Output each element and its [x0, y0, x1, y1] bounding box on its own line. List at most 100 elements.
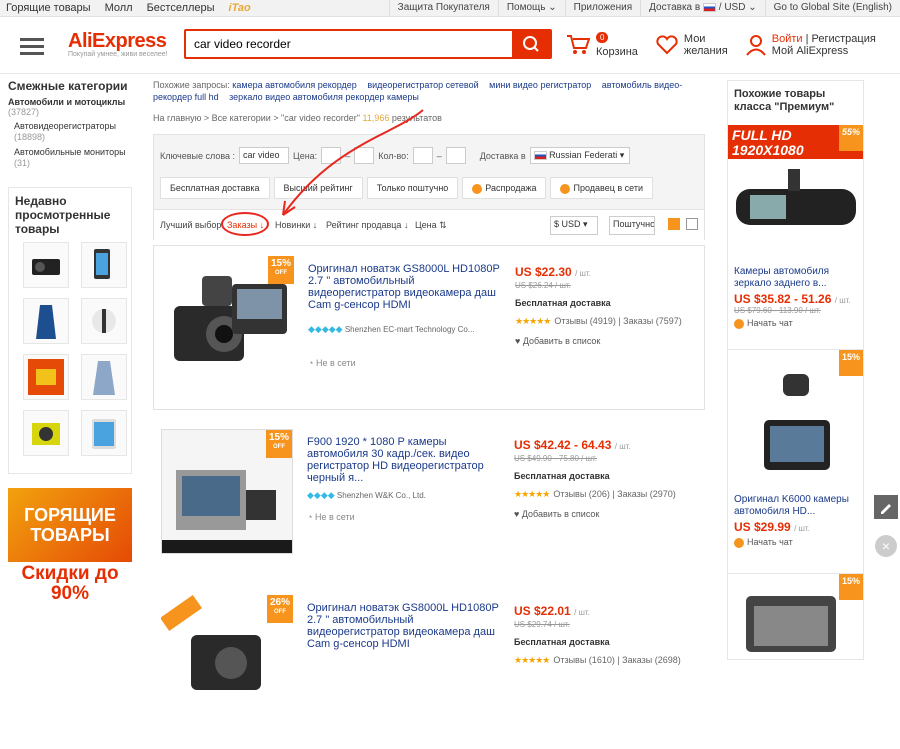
quantity-max-input[interactable]: [445, 147, 466, 164]
subcategory-monitors-label: Автомобильные мониторы: [14, 147, 126, 157]
search-button[interactable]: [512, 31, 550, 57]
reviews-link[interactable]: Отзывы (4919): [554, 316, 615, 326]
premium-item[interactable]: 15%: [728, 573, 863, 659]
seller-info: ◆◆◆◆◆ Shenzhen EC-mart Technology Co...: [308, 323, 498, 336]
buyer-protection-link[interactable]: Защита Покупателя: [388, 0, 498, 17]
product-card: 26% OFF Оригинал новатэк GS8000L HD1080P …: [153, 585, 705, 749]
product-title-link[interactable]: Оригинал новатэк GS8000L HD1080P 2.7 " а…: [308, 263, 506, 311]
recent-item-tablet[interactable]: [81, 410, 127, 456]
register-link[interactable]: Регистрация: [812, 33, 876, 45]
related-search-link[interactable]: видеорегистратор сетевой: [367, 80, 478, 90]
product-title-link[interactable]: Оригинал новатэк GS8000L HD1080P 2.7 " а…: [307, 602, 505, 650]
related-search-link[interactable]: мини видео регистратор: [489, 80, 591, 90]
wishlist-button[interactable]: Мои желания: [656, 32, 728, 58]
header: AliExpress Покупай умнее, живи веселее! …: [0, 18, 900, 74]
sort-best-match[interactable]: Лучший выбор: [160, 220, 221, 230]
discount-off: OFF: [273, 444, 285, 450]
premium-item[interactable]: FULL HD 1920X1080 55% Камеры автомобиля …: [728, 125, 863, 332]
related-search-link[interactable]: камера автомобиля рекордер: [232, 80, 357, 90]
seller-online-filter[interactable]: Продавец в сети: [550, 177, 654, 199]
recent-item-selfie-stick[interactable]: [81, 298, 127, 344]
add-to-wishlist-button[interactable]: ♥ Добавить в список: [514, 509, 599, 519]
mall-link[interactable]: Молл: [105, 2, 133, 14]
reviews-link[interactable]: Отзывы (206): [553, 489, 609, 499]
free-shipping-filter[interactable]: Бесплатная доставка: [160, 177, 270, 199]
premium-item[interactable]: 15% Оригинал K6000 камеры автомобиля HD.…: [728, 349, 863, 551]
related-search-link[interactable]: зеркало видео автомобиля рекордер камеры: [229, 92, 419, 102]
close-icon[interactable]: ×: [875, 535, 897, 557]
ship-to-menu[interactable]: Доставка в / USD ⌄: [640, 0, 764, 17]
chat-icon: [734, 537, 744, 548]
hot-deals-subtitle: Скидки до 90%: [8, 562, 132, 604]
apps-link[interactable]: Приложения: [564, 0, 641, 17]
product-image[interactable]: 15% OFF: [161, 429, 293, 554]
start-chat-button[interactable]: Начать чат: [728, 315, 863, 332]
orders-link[interactable]: Заказы (2970): [617, 489, 676, 499]
rating-row: ★★★★★ Отзывы (206) | Заказы (2970): [514, 489, 676, 499]
premium-item-title[interactable]: Камеры автомобиля зеркало заднего в...: [728, 266, 863, 290]
recent-item-dress-2[interactable]: [81, 354, 127, 400]
start-chat-label: Начать чат: [747, 318, 793, 328]
grid-view-icon[interactable]: [686, 218, 698, 230]
reviews-link[interactable]: Отзывы (1610): [553, 655, 614, 665]
global-site-link[interactable]: Go to Global Site (English): [764, 0, 900, 17]
breadcrumb-home[interactable]: На главную: [153, 113, 201, 123]
seller-link[interactable]: Shenzhen W&K Co., Ltd.: [337, 491, 426, 500]
discount-value: 26%: [269, 597, 290, 608]
sale-filter[interactable]: Распродажа: [462, 177, 547, 199]
wishlist-label-1: Мои: [683, 33, 706, 45]
cart-button[interactable]: 0 Корзина: [566, 32, 638, 58]
old-price: US $26.24 / шт.: [515, 281, 571, 290]
currency-select[interactable]: $ USD ▾: [550, 216, 598, 235]
list-view-icon[interactable]: [668, 218, 680, 230]
menu-icon[interactable]: [20, 38, 44, 59]
star-rating-icon: ★★★★★: [515, 316, 551, 326]
category-auto-link[interactable]: Автомобили и мотоциклы: [8, 97, 132, 107]
price-unit: / шт.: [614, 442, 631, 451]
orders-link[interactable]: Заказы (2698): [622, 655, 681, 665]
logo-tagline: Покупай умнее, живи веселее!: [68, 51, 168, 58]
ship-country-select[interactable]: Russian Federati ▾: [529, 147, 630, 164]
product-image[interactable]: 15% OFF: [162, 256, 294, 381]
rating-row: ★★★★★ Отзывы (1610) | Заказы (2698): [514, 655, 681, 665]
recent-item-camera[interactable]: [23, 410, 69, 456]
recent-item-dashcam[interactable]: [23, 242, 69, 288]
related-categories-title: Смежные категории: [8, 79, 128, 93]
offline-icon: ◔: [308, 358, 314, 368]
recent-item-dress[interactable]: [23, 298, 69, 344]
add-to-wishlist-button[interactable]: ♥ Добавить в список: [515, 336, 600, 346]
start-chat-button[interactable]: Начать чат: [728, 534, 863, 551]
heart-icon: ♥: [515, 336, 521, 346]
ship-to-filter-label: Доставка в: [479, 150, 526, 161]
breadcrumb-all-categories[interactable]: Все категории: [212, 113, 271, 123]
discount-value: 15%: [270, 258, 291, 269]
premium-price-unit: / шт.: [834, 296, 851, 305]
per-piece-select[interactable]: Поштучно: [609, 216, 655, 235]
premium-item-title[interactable]: Оригинал K6000 камеры автомобиля HD...: [728, 494, 863, 518]
hot-deals-link[interactable]: Горящие товары: [6, 2, 91, 14]
recent-item-phone[interactable]: [81, 242, 127, 288]
product-price: US $22.30 / шт.: [515, 265, 591, 279]
itao-link[interactable]: iTao: [229, 2, 251, 14]
product-title-link[interactable]: F900 1920 * 1080 P камеры автомобиля 30 …: [307, 436, 505, 484]
keywords-label: Ключевые слова :: [160, 150, 236, 161]
related-searches-label: Похожие запросы:: [153, 80, 230, 90]
hot-deals-banner[interactable]: ГОРЯЩИЕ ТОВАРЫ: [8, 488, 132, 562]
seller-status-label: Не в сети: [315, 358, 356, 368]
diamond-rating-icon: ◆◆◆◆◆: [308, 324, 343, 334]
recent-item-action-cam[interactable]: [23, 354, 69, 400]
bestsellers-link[interactable]: Бестселлеры: [147, 2, 215, 14]
aliexpress-logo[interactable]: AliExpress Покупай умнее, живи веселее!: [68, 30, 168, 58]
orders-link[interactable]: Заказы (7597): [623, 316, 682, 326]
subcategory-monitors-link[interactable]: Автомобильные мониторы (31): [8, 147, 132, 169]
seller-link[interactable]: Shenzhen EC-mart Technology Co...: [345, 325, 475, 334]
free-shipping-label: Бесплатная доставка: [515, 298, 611, 308]
edit-icon[interactable]: [874, 495, 898, 519]
subcategory-dvr-link[interactable]: Автовидеорегистраторы (18898): [8, 121, 132, 143]
login-link[interactable]: Войти: [772, 33, 803, 45]
my-aliexpress-link[interactable]: Мой AliExpress: [772, 45, 849, 57]
price-value: US $42.42 - 64.43: [514, 438, 612, 452]
help-menu[interactable]: Помощь ⌄: [497, 0, 565, 17]
search-input[interactable]: [186, 31, 512, 57]
product-image[interactable]: 26% OFF: [160, 594, 293, 720]
